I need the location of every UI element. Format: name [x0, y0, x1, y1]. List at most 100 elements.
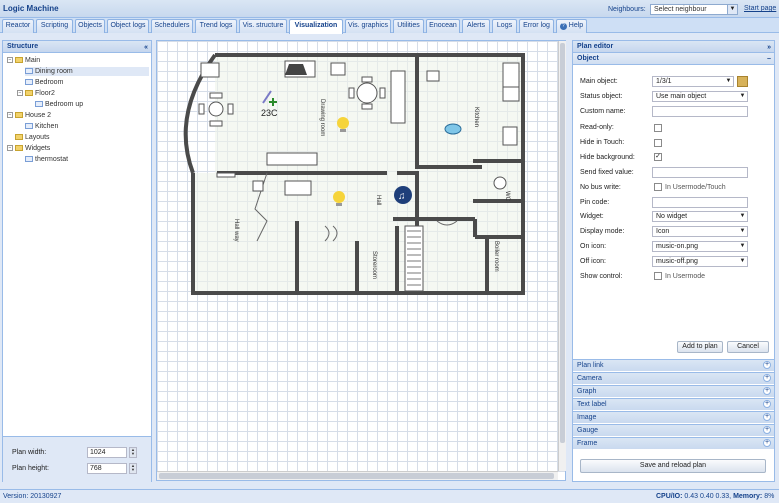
neighbours-select[interactable]: Select neighbour ▼: [650, 4, 738, 15]
tab-logs[interactable]: Logs: [492, 19, 517, 33]
tab-schedulers[interactable]: Schedulers: [151, 19, 193, 33]
tree-node-bedroom[interactable]: Bedroom: [25, 78, 63, 87]
tree-node-house-2[interactable]: − House 2: [7, 111, 51, 120]
read-only-checkbox[interactable]: [654, 124, 662, 132]
tab-visualization[interactable]: Visualization: [289, 19, 343, 34]
plan-editor-panel: Plan editor » Object − Main object: 1/3/…: [572, 40, 775, 482]
section-graph[interactable]: Graph +: [573, 385, 774, 397]
minus-toggle-icon[interactable]: −: [7, 112, 13, 119]
tree-node-thermostat[interactable]: thermostat: [25, 155, 68, 164]
tab-alerts[interactable]: Alerts: [462, 19, 490, 33]
add-to-plan-button[interactable]: Add to plan: [677, 341, 723, 353]
status-object-select[interactable]: Use main object ▼: [652, 91, 748, 102]
collapse-left-icon[interactable]: «: [144, 42, 148, 54]
object-section-header[interactable]: Object −: [573, 53, 774, 65]
folder-icon: [15, 134, 23, 141]
plan-height-spinner[interactable]: ▲ ▼: [129, 463, 137, 474]
dropdown-arrow-icon[interactable]: ▼: [738, 92, 747, 101]
section-gauge[interactable]: Gauge +: [573, 424, 774, 436]
dropdown-arrow-icon[interactable]: ▼: [727, 5, 737, 14]
plan-canvas[interactable]: 23C ♫ Drawing room Kitchen Hall way Hall…: [156, 40, 566, 481]
neighbours-select-value: Select neighbour: [654, 6, 707, 13]
tab-enocean[interactable]: Enocean: [426, 19, 460, 33]
section-camera[interactable]: Camera +: [573, 372, 774, 384]
dropdown-arrow-icon[interactable]: ▼: [738, 257, 747, 266]
canvas-vertical-scrollbar[interactable]: [558, 41, 566, 471]
show-control-label: Show control:: [580, 273, 623, 280]
display-mode-label: Display mode:: [580, 228, 625, 235]
section-text-label[interactable]: Text label +: [573, 398, 774, 410]
tab-error-log[interactable]: Error log: [519, 19, 554, 33]
off-icon-select[interactable]: music-off.png ▼: [652, 256, 748, 267]
widget-select[interactable]: No widget ▼: [652, 211, 748, 222]
minus-toggle-icon[interactable]: −: [7, 145, 13, 152]
send-fixed-value-input[interactable]: [652, 167, 748, 178]
tree-node-widgets[interactable]: − Widgets: [7, 144, 50, 153]
structure-panel: Structure « − Main Dining room Bedroom − F…: [2, 40, 152, 482]
section-image[interactable]: Image +: [573, 411, 774, 423]
on-icon-select[interactable]: music-on.png ▼: [652, 241, 748, 252]
dropdown-arrow-icon[interactable]: ▼: [738, 212, 747, 221]
cancel-button[interactable]: Cancel: [727, 341, 769, 353]
tree-node-dining-room[interactable]: Dining room: [25, 67, 149, 76]
minus-toggle-icon[interactable]: −: [7, 57, 13, 64]
hide-background-checkbox[interactable]: ✓: [654, 153, 662, 161]
tab-objects[interactable]: Objects: [75, 19, 105, 33]
plus-icon[interactable]: +: [763, 426, 771, 434]
neighbours-label: Neighbours:: [608, 6, 646, 13]
plus-icon[interactable]: +: [763, 387, 771, 395]
floor-plan: 23C ♫ Drawing room Kitchen Hall way Hall…: [183, 53, 525, 295]
hide-background-label: Hide background:: [580, 154, 635, 161]
system-load: CPU/IO: 0.43 0.40 0.33, Memory: 8%: [656, 493, 774, 500]
no-bus-write-label: No bus write:: [580, 184, 621, 191]
tab-utilities[interactable]: Utilities: [393, 19, 424, 33]
dropdown-arrow-icon[interactable]: ▼: [738, 227, 747, 236]
tab-scripting[interactable]: Scripting: [36, 19, 73, 33]
plan-width-label: Plan width:: [12, 449, 47, 456]
custom-name-input[interactable]: [652, 106, 748, 117]
tree-node-main[interactable]: − Main: [7, 56, 40, 65]
tab-object-logs[interactable]: Object logs: [107, 19, 149, 33]
hide-in-touch-checkbox[interactable]: [654, 139, 662, 147]
minus-icon[interactable]: −: [767, 54, 771, 66]
plus-icon[interactable]: +: [763, 413, 771, 421]
tab-reactor[interactable]: Reactor: [2, 19, 34, 33]
section-frame[interactable]: Frame +: [573, 437, 774, 449]
start-page-link[interactable]: Start page: [744, 5, 776, 12]
tab-help[interactable]: ? Help: [556, 19, 587, 33]
tab-trend-logs[interactable]: Trend logs: [195, 19, 237, 33]
display-mode-select[interactable]: Icon ▼: [652, 226, 748, 237]
plan-icon: [35, 101, 43, 108]
plan-width-input[interactable]: 1024: [87, 447, 127, 458]
tree-node-layouts[interactable]: Layouts: [15, 133, 50, 142]
no-bus-write-text: In Usermode/Touch: [665, 184, 726, 191]
dropdown-arrow-icon[interactable]: ▼: [724, 77, 733, 86]
plan-icon: [25, 156, 33, 163]
tree-node-floor2[interactable]: − Floor2: [17, 89, 55, 98]
plus-icon[interactable]: +: [763, 374, 771, 382]
tree-node-bedroom-up[interactable]: Bedroom up: [35, 100, 83, 109]
minus-toggle-icon[interactable]: −: [17, 90, 23, 97]
room-label-wc: WC: [504, 191, 510, 202]
main-object-label: Main object:: [580, 78, 618, 85]
canvas-horizontal-scrollbar[interactable]: [157, 471, 558, 480]
plan-width-spinner[interactable]: ▲ ▼: [129, 447, 137, 458]
object-browse-icon[interactable]: [737, 76, 748, 87]
main-object-select[interactable]: 1/3/1 ▼: [652, 76, 734, 87]
save-and-reload-button[interactable]: Save and reload plan: [580, 459, 766, 473]
tree-node-kitchen[interactable]: Kitchen: [25, 122, 58, 131]
plan-height-input[interactable]: 768: [87, 463, 127, 474]
plus-icon[interactable]: +: [763, 439, 771, 447]
no-bus-write-checkbox[interactable]: [654, 183, 662, 191]
pin-code-input[interactable]: [652, 197, 748, 208]
tab-vis-graphics[interactable]: Vis. graphics: [345, 19, 391, 33]
structure-header: Structure «: [3, 41, 151, 53]
section-plan-link[interactable]: Plan link +: [573, 359, 774, 371]
show-control-checkbox[interactable]: [654, 272, 662, 280]
tab-vis-structure[interactable]: Vis. structure: [239, 19, 287, 33]
tab-help-label: Help: [568, 22, 584, 29]
room-label-drawing-room: Drawing room: [319, 99, 325, 136]
dropdown-arrow-icon[interactable]: ▼: [738, 242, 747, 251]
plus-icon[interactable]: +: [763, 400, 771, 408]
plus-icon[interactable]: +: [763, 361, 771, 369]
